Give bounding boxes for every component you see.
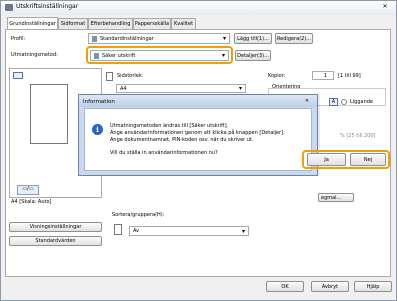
profile-value: Standardinställningar [100,35,154,42]
ok-button[interactable]: OK [266,281,304,292]
profile-icon [92,35,97,42]
collate-label: Sortera/gruppera(H): [112,212,165,218]
dialog-title: Information [83,99,115,105]
no-button[interactable]: Nej [350,153,386,166]
collate-icon [114,224,122,235]
chevron-down-icon: ▾ [241,227,245,235]
collate-value: Av [133,228,140,234]
page-size-value: A4 [120,85,127,92]
collate-select[interactable]: Av ▾ [129,226,249,236]
profile-label: Profil: [11,36,26,42]
dialog-message-line-2: Ange användarinformationen genom att kli… [110,130,285,136]
copies-input[interactable]: 1 [312,71,334,80]
landscape-label: Liggande [350,99,374,105]
tab-paper-source[interactable]: Pappersskälla [133,18,171,29]
help-button[interactable]: Hjälp [354,281,392,292]
copies-value: 1 [323,72,327,79]
window-title: Utskriftsinställningar [16,3,79,10]
copies-label: Kopior: [268,73,286,79]
chevron-down-icon: ▾ [221,52,225,59]
output-method-select[interactable]: Säker utskrift ▾ [90,50,229,61]
page-size-label: Sidstorlek: [117,73,144,79]
copies-range: [1 till 99] [338,73,361,79]
tab-finishing[interactable]: Efterbehandling [88,18,133,29]
tab-quality[interactable]: Kvalitet [171,18,196,29]
page-size-icon [106,72,113,81]
printer-icon [5,4,13,11]
yes-button[interactable]: Ja [307,153,346,166]
secure-print-icon [94,52,99,59]
details-button[interactable]: Detaljer(3)... [235,50,271,61]
cancel-button[interactable]: Avbryt [311,281,349,292]
preview-caption: A4 [Skala: Auto] [11,199,52,205]
window-close-button[interactable]: ✕ [379,3,391,10]
preview-page [30,84,68,144]
info-icon: i [92,124,103,135]
preview-toggle-icon[interactable]: ▭/▭ [17,185,39,195]
chevron-down-icon: ▾ [222,35,226,42]
dialog-message-line-1: Utmatningsmetoden ändras till [Säker uts… [110,123,229,129]
preview-mode-icon[interactable] [13,72,23,79]
scale-range: % [25 till 200] [340,133,376,139]
tab-page-setup[interactable]: Sidformat [58,18,88,29]
landscape-radio[interactable] [341,99,347,105]
add-profile-button[interactable]: Lägg till(1)... [234,33,272,44]
profile-select[interactable]: Standardinställningar ▾ [88,33,230,44]
defaults-button[interactable]: Standardvärden [9,236,102,246]
dialog-close-button[interactable]: ✕ [301,98,313,106]
landscape-icon: A [329,98,338,106]
page-size-select[interactable]: A4 ▾ [116,84,246,93]
dialog-question: Vill du ställa in användarinformationen … [110,150,218,156]
edit-profile-button[interactable]: Redigera(2)... [275,33,313,44]
view-settings-button[interactable]: Visningsinställningar [9,222,102,232]
chevron-down-icon: ▾ [238,85,242,92]
dialog-message-line-3: Ange dokumentnamnet, PIN-koden osv. när … [110,137,254,143]
output-method-value: Säker utskrift [102,52,136,59]
output-method-label: Utmatningsmetod: [11,52,58,58]
advanced-settings-button[interactable]: egmal... [318,193,354,202]
